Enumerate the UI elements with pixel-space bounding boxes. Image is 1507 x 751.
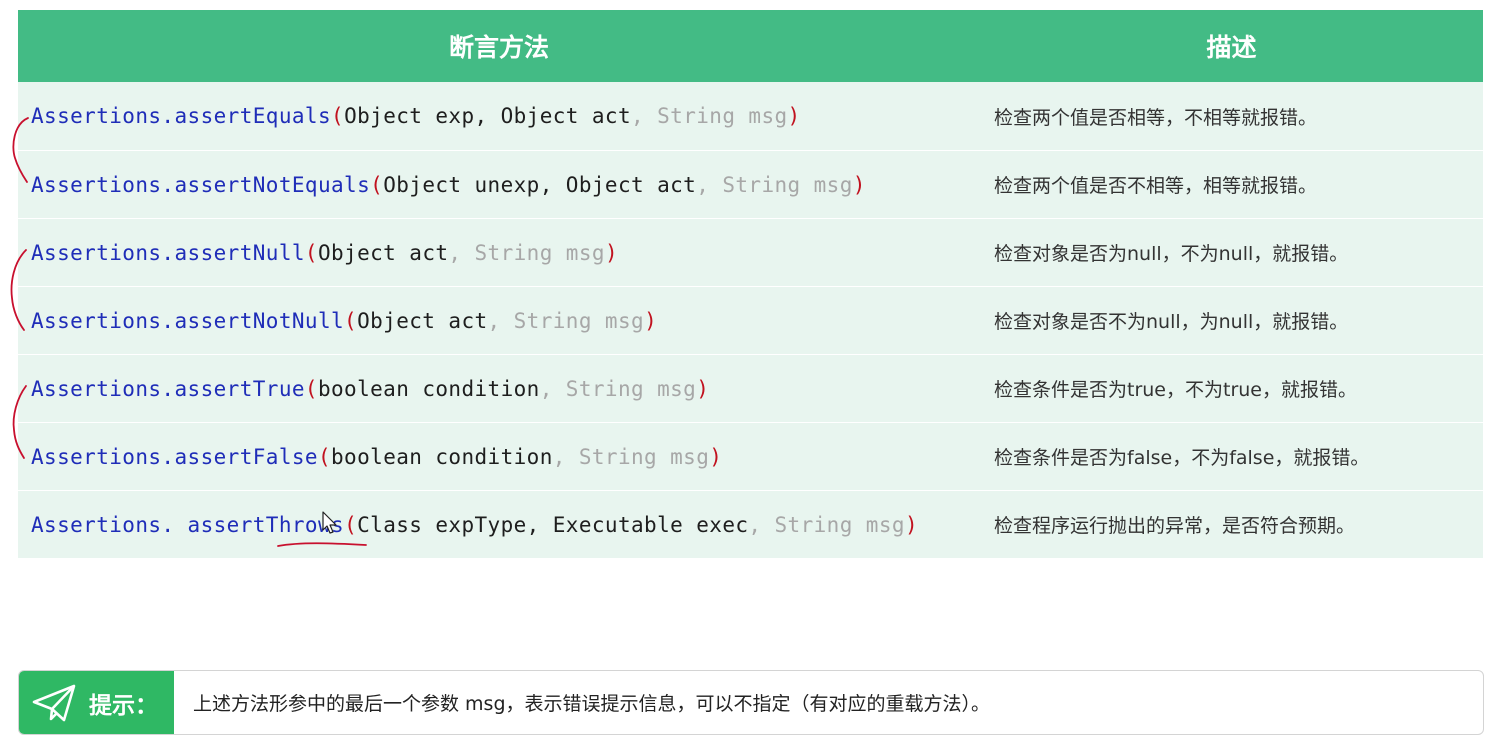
table-row: Assertions.assertTrue(boolean condition,… bbox=[18, 354, 1483, 422]
open-paren: ( bbox=[344, 512, 358, 537]
close-paren: ) bbox=[696, 376, 710, 401]
class-name: Assertions. bbox=[31, 104, 175, 128]
class-name: Assertions. bbox=[31, 240, 175, 265]
close-paren: ) bbox=[644, 308, 658, 333]
open-paren: ( bbox=[344, 308, 358, 333]
close-paren: ) bbox=[709, 444, 723, 469]
class-name: Assertions. bbox=[31, 376, 175, 401]
method-signature: Assertions.assertTrue(boolean condition,… bbox=[18, 377, 980, 401]
close-paren: ) bbox=[787, 104, 801, 128]
open-paren: ( bbox=[304, 376, 318, 401]
method-signature: Assertions.assertFalse(boolean condition… bbox=[18, 445, 980, 469]
close-paren: ) bbox=[852, 172, 866, 197]
method-description: 检查对象是否不为null，为null，就报错。 bbox=[994, 311, 1349, 333]
optional-arg: , String msg bbox=[748, 512, 905, 537]
method-args: boolean condition bbox=[317, 376, 540, 401]
tip-text: 上述方法形参中的最后一个参数 msg，表示错误提示信息，可以不指定（有对应的重载… bbox=[193, 693, 991, 715]
tip-title: 提示： bbox=[89, 692, 158, 719]
method-signature: Assertions.assertNull(Object act, String… bbox=[18, 241, 980, 265]
method-signature: Assertions. assertThrows(Class expType, … bbox=[18, 513, 980, 537]
optional-arg: , String msg bbox=[448, 240, 605, 265]
optional-arg: , String msg bbox=[487, 308, 645, 333]
table-row: Assertions.assertNotEquals(Object unexp,… bbox=[18, 150, 1483, 218]
method-name: assertTrue bbox=[174, 376, 305, 401]
optional-arg: , String msg bbox=[539, 376, 697, 401]
table-row: Assertions.assertEquals(Object exp, Obje… bbox=[18, 82, 1483, 150]
method-args: Object act bbox=[317, 240, 449, 265]
method-args: boolean condition bbox=[331, 444, 553, 469]
method-args: Object unexp, Object act bbox=[383, 172, 697, 197]
open-paren: ( bbox=[317, 444, 332, 469]
open-paren: ( bbox=[370, 172, 384, 197]
method-description: 检查两个值是否相等，不相等就报错。 bbox=[994, 106, 1318, 129]
method-name: assertNull bbox=[174, 240, 305, 265]
method-args: Object act bbox=[357, 308, 488, 333]
open-paren: ( bbox=[331, 104, 345, 128]
method-name: assertNotNull bbox=[174, 308, 345, 333]
tip-header: 提示： bbox=[19, 671, 174, 734]
method-description: 检查两个值是否不相等，相等就报错。 bbox=[994, 175, 1318, 197]
class-name: Assertions. bbox=[31, 308, 175, 333]
class-name: Assertions. bbox=[31, 512, 188, 537]
optional-arg: , String msg bbox=[552, 444, 710, 469]
optional-arg: , String msg bbox=[631, 104, 788, 128]
method-signature: Assertions.assertNotNull(Object act, Str… bbox=[18, 309, 980, 333]
header-method: 断言方法 bbox=[448, 33, 549, 62]
paper-plane-icon bbox=[32, 684, 76, 721]
method-description: 检查程序运行抛出的异常，是否符合预期。 bbox=[994, 515, 1356, 537]
table-row: Assertions. assertThrows(Class expType, … bbox=[18, 490, 1483, 558]
open-paren: ( bbox=[304, 240, 318, 265]
method-description: 检查条件是否为false，不为false，就报错。 bbox=[994, 447, 1370, 469]
class-name: Assertions. bbox=[31, 172, 175, 197]
method-args: Class expType, Executable exec bbox=[357, 512, 749, 537]
optional-arg: , String msg bbox=[696, 172, 853, 197]
table-row: Assertions.assertNotNull(Object act, Str… bbox=[18, 286, 1483, 354]
method-name: assertNotEquals bbox=[174, 172, 371, 197]
table-row: Assertions.assertFalse(boolean condition… bbox=[18, 422, 1483, 490]
class-name: Assertions. bbox=[31, 444, 175, 469]
method-signature: Assertions.assertEquals(Object exp, Obje… bbox=[18, 104, 980, 128]
close-paren: ) bbox=[904, 512, 918, 537]
method-description: 检查对象是否为null，不为null，就报错。 bbox=[994, 243, 1349, 265]
assertions-table: 断言方法 描述 Assertions.assertEquals(Object e… bbox=[18, 10, 1483, 558]
header-description: 描述 bbox=[1206, 33, 1257, 62]
close-paren: ) bbox=[604, 240, 618, 265]
method-description: 检查条件是否为true，不为true，就报错。 bbox=[994, 379, 1357, 401]
method-name: assertEquals bbox=[174, 104, 332, 128]
table-header: 断言方法 描述 bbox=[18, 10, 1483, 82]
method-name: assertThrows bbox=[187, 512, 345, 537]
method-args: Object exp, Object act bbox=[344, 104, 632, 128]
table-row: Assertions.assertNull(Object act, String… bbox=[18, 218, 1483, 286]
method-name: assertFalse bbox=[174, 444, 318, 469]
tip-box: 提示： 上述方法形参中的最后一个参数 msg，表示错误提示信息，可以不指定（有对… bbox=[18, 670, 1484, 735]
method-signature: Assertions.assertNotEquals(Object unexp,… bbox=[18, 173, 980, 197]
